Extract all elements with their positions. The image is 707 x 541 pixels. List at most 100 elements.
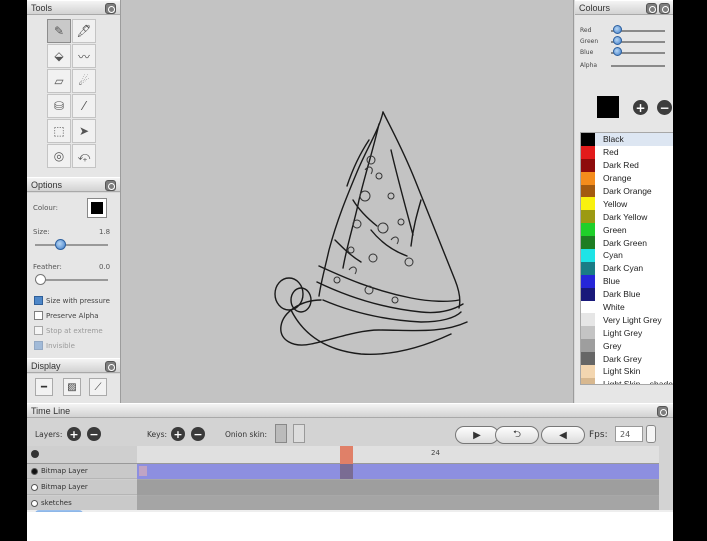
play-button[interactable]: ▶ (455, 426, 499, 444)
alpha-slider[interactable] (611, 65, 665, 67)
colour-list-item[interactable]: Orange (581, 171, 673, 185)
bucket-tool-icon[interactable]: ⬙ (47, 44, 71, 68)
remove-colour-button[interactable]: − (657, 100, 672, 115)
size-slider-track[interactable] (35, 244, 108, 246)
frame-row-2[interactable] (137, 480, 659, 495)
layer-row-1[interactable]: Bitmap Layer (27, 464, 137, 479)
fps-spinner[interactable] (646, 425, 656, 443)
feather-slider-knob[interactable] (35, 274, 46, 285)
playhead[interactable] (340, 446, 353, 464)
move-tool-icon[interactable]: ➤ (72, 119, 96, 143)
colour-list-item[interactable]: Dark Orange (581, 184, 673, 198)
keyframe[interactable] (139, 466, 147, 476)
colours-panel-title: Colours (579, 3, 611, 13)
onion-skin-label: Onion skin: (225, 430, 268, 439)
colour-name: Grey (603, 340, 622, 351)
colour-swatch-chip (581, 261, 595, 275)
colour-name: Very Light Grey (603, 314, 662, 325)
colour-list-item[interactable]: Dark Grey (581, 352, 673, 366)
sound-button[interactable]: ◀ (541, 426, 585, 444)
eyedropper-tool-icon[interactable]: ⁄ (72, 94, 96, 118)
onion-next-icon[interactable] (293, 424, 305, 443)
colour-list-item[interactable]: Black (581, 133, 673, 146)
pen-tool-icon[interactable]: 🖋 (72, 19, 96, 43)
colour-list[interactable]: Black Red Dark Red Orange Dark Orange Yellow D… (580, 132, 673, 385)
polyline-tool-icon[interactable]: 〰 (72, 44, 96, 68)
colour-swatch-chip (581, 300, 595, 314)
smudge-tool-icon[interactable]: ☄ (72, 69, 96, 93)
timeline-float-button[interactable] (657, 406, 668, 417)
colour-list-item[interactable]: Blue (581, 274, 673, 288)
colour-list-item[interactable]: Light Skin – shade (581, 377, 673, 384)
ruler-mark-24: 24 (431, 449, 440, 457)
drawing-canvas[interactable] (120, 0, 574, 403)
colour-list-item[interactable]: Dark Green (581, 236, 673, 250)
timeline-panel-header: Time Line (27, 403, 673, 418)
preserve-alpha-checkbox[interactable] (34, 311, 43, 320)
pencil-tool-icon[interactable]: ✎ (47, 19, 71, 43)
colour-name: Red (603, 147, 619, 158)
size-slider-knob[interactable] (55, 239, 66, 250)
add-key-button[interactable]: + (171, 427, 185, 441)
add-colour-button[interactable]: + (633, 100, 648, 115)
colours-panel-close-button[interactable] (659, 3, 670, 14)
tools-panel-float-button[interactable] (105, 3, 116, 14)
layer-row-2[interactable]: Bitmap Layer (27, 480, 137, 495)
frame-row-3[interactable] (137, 496, 659, 511)
playhead-marker (340, 464, 353, 479)
green-slider-knob[interactable] (613, 36, 622, 45)
remove-layer-button[interactable]: − (87, 427, 101, 441)
mirror-icon[interactable]: ⟋ (89, 378, 107, 396)
display-panel-float-button[interactable] (105, 361, 116, 372)
blue-slider-knob[interactable] (613, 47, 622, 56)
layer-visibility-icon[interactable] (31, 468, 38, 475)
colour-list-item[interactable]: White (581, 300, 673, 314)
brush-tool-icon[interactable]: ⤽ (72, 144, 96, 168)
colours-panel-float-button[interactable] (646, 3, 657, 14)
colour-list-item[interactable]: Yellow (581, 197, 673, 211)
remove-key-button[interactable]: − (191, 427, 205, 441)
colour-list-item[interactable]: Dark Blue (581, 287, 673, 301)
colour-swatch-chip (581, 365, 595, 378)
colour-list-item[interactable]: Grey (581, 339, 673, 353)
colour-list-item[interactable]: Dark Red (581, 158, 673, 172)
add-layer-button[interactable]: + (67, 427, 81, 441)
colour-swatch-chip (581, 313, 595, 327)
tools-panel-header: Tools (27, 0, 120, 15)
invisible-checkbox[interactable] (34, 341, 43, 350)
colour-list-item[interactable]: Light Grey (581, 326, 673, 340)
hand-tool-icon[interactable]: ◎ (47, 144, 71, 168)
colour-list-item[interactable]: Green (581, 223, 673, 237)
colour-list-item[interactable]: Dark Cyan (581, 261, 673, 275)
frame-area[interactable] (137, 464, 659, 512)
colour-list-item[interactable]: Cyan (581, 249, 673, 262)
options-panel-float-button[interactable] (105, 180, 116, 191)
current-colour-swatch[interactable] (597, 96, 619, 118)
colour-swatch-chip (581, 377, 595, 384)
colour-list-item[interactable]: Dark Yellow (581, 210, 673, 224)
frame-ruler[interactable]: 24 (137, 446, 659, 464)
size-with-pressure-checkbox[interactable] (34, 296, 43, 305)
red-slider-knob[interactable] (613, 25, 622, 34)
layer-visibility-icon[interactable] (31, 484, 38, 491)
eraser-tool-icon[interactable]: ▱ (47, 69, 71, 93)
feather-label: Feather: (33, 263, 62, 271)
onion-prev-icon[interactable] (275, 424, 287, 443)
colour-swatch[interactable] (87, 198, 107, 218)
colour-name: Blue (603, 276, 621, 287)
colour-swatch-chip (581, 326, 595, 340)
outlines-icon[interactable]: ▨ (63, 378, 81, 396)
layer-row-3[interactable]: sketches (27, 496, 137, 511)
colour-list-item[interactable]: Light Skin (581, 365, 673, 378)
fps-input[interactable]: 24 (615, 426, 643, 442)
loop-button[interactable]: ⮌ (495, 426, 539, 444)
thin-lines-icon[interactable]: ━ (35, 378, 53, 396)
colour-list-item[interactable]: Red (581, 145, 673, 159)
stop-at-extreme-checkbox[interactable] (34, 326, 43, 335)
select-tool-icon[interactable]: ⬚ (47, 119, 71, 143)
frame-row-1[interactable] (137, 464, 659, 479)
visibility-all-icon[interactable] (31, 450, 39, 458)
paint-bucket-tool-icon[interactable]: ⛁ (47, 94, 71, 118)
colour-list-item[interactable]: Very Light Grey (581, 313, 673, 327)
layer-visibility-icon[interactable] (31, 500, 38, 507)
